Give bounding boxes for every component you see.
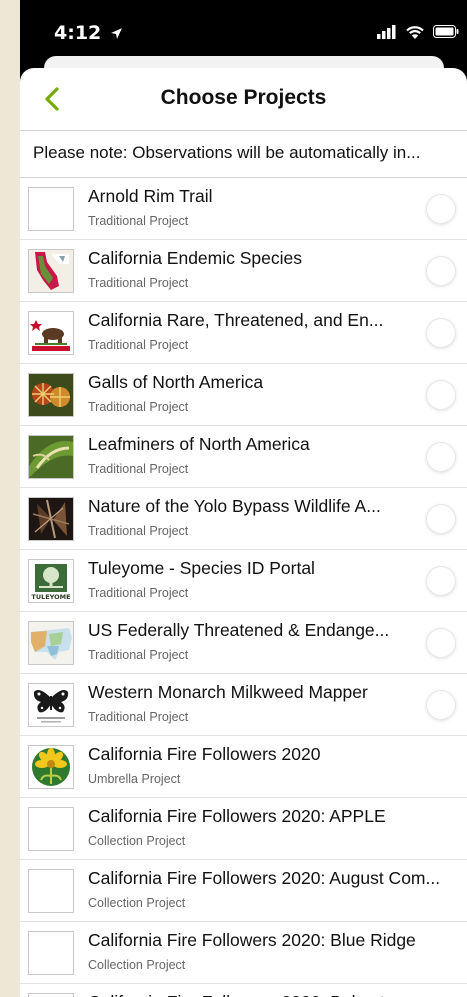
project-title: California Fire Followers 2020 bbox=[88, 744, 321, 764]
project-select-toggle[interactable] bbox=[427, 505, 455, 533]
project-type: Traditional Project bbox=[88, 586, 189, 600]
project-row[interactable]: California Fire Followers 2020: Bobcat bbox=[20, 984, 467, 997]
project-title: Galls of North America bbox=[88, 372, 264, 392]
project-title: US Federally Threatened & Endange... bbox=[88, 620, 390, 640]
project-title: Tuleyome - Species ID Portal bbox=[88, 558, 315, 578]
wifi-icon bbox=[406, 26, 424, 39]
page-title: Choose Projects bbox=[160, 86, 327, 109]
project-title: California Fire Followers 2020: Blue Rid… bbox=[88, 930, 416, 950]
project-row[interactable]: TULEYOME Tuleyome - Species ID Portal Trad… bbox=[20, 550, 467, 612]
project-title: Western Monarch Milkweed Mapper bbox=[88, 682, 368, 702]
project-type: Collection Project bbox=[88, 834, 186, 848]
project-type: Traditional Project bbox=[88, 338, 189, 352]
project-row[interactable]: California Rare, Threatened, and En... Tr… bbox=[20, 302, 467, 364]
project-row[interactable]: Leafminers of North America Traditional P… bbox=[20, 426, 467, 488]
thumbnail-logo-text: TULEYOME bbox=[31, 593, 71, 601]
project-thumbnail-placeholder bbox=[28, 869, 74, 913]
project-thumbnail-yolo-photo bbox=[28, 497, 74, 541]
project-select-toggle[interactable] bbox=[427, 319, 455, 347]
project-thumbnail-flower-logo bbox=[28, 745, 74, 789]
project-list: Arnold Rim Trail Traditional Project Calif… bbox=[20, 178, 467, 997]
project-type: Traditional Project bbox=[88, 214, 189, 228]
project-row[interactable]: California Fire Followers 2020: APPLE Col… bbox=[20, 798, 467, 860]
project-select-toggle[interactable] bbox=[427, 567, 455, 595]
project-select-toggle[interactable] bbox=[427, 691, 455, 719]
project-row[interactable]: California Endemic Species Traditional Pr… bbox=[20, 240, 467, 302]
project-title: Nature of the Yolo Bypass Wildlife A... bbox=[88, 496, 381, 516]
choose-projects-sheet: Choose Projects Please note: Observation… bbox=[20, 68, 467, 997]
project-type: Traditional Project bbox=[88, 710, 189, 724]
project-type: Traditional Project bbox=[88, 648, 189, 662]
status-time: 4:12 bbox=[54, 22, 123, 44]
project-title: California Fire Followers 2020: Bobcat bbox=[88, 992, 463, 997]
project-title: California Fire Followers 2020: APPLE bbox=[88, 806, 386, 826]
project-row[interactable]: Western Monarch Milkweed Mapper Tradition… bbox=[20, 674, 467, 736]
project-select-toggle[interactable] bbox=[427, 629, 455, 657]
battery-icon bbox=[433, 25, 459, 38]
project-row[interactable]: Arnold Rim Trail Traditional Project bbox=[20, 178, 467, 240]
project-type: Traditional Project bbox=[88, 276, 189, 290]
project-thumbnail-placeholder bbox=[28, 187, 74, 231]
project-thumbnail-placeholder bbox=[28, 931, 74, 975]
project-type: Traditional Project bbox=[88, 400, 189, 414]
cellular-signal-icon bbox=[377, 24, 396, 39]
project-thumbnail-tuleyome-logo: TULEYOME bbox=[28, 559, 74, 603]
project-thumbnail-placeholder bbox=[28, 993, 74, 997]
project-type: Collection Project bbox=[88, 958, 186, 972]
project-title: California Rare, Threatened, and En... bbox=[88, 310, 384, 330]
project-thumbnail-galls-photo bbox=[28, 373, 74, 417]
project-thumbnail-placeholder bbox=[28, 807, 74, 851]
project-thumbnail-us-map bbox=[28, 621, 74, 665]
project-type: Traditional Project bbox=[88, 524, 189, 538]
project-row[interactable]: Galls of North America Traditional Projec… bbox=[20, 364, 467, 426]
project-row[interactable]: California Fire Followers 2020: Blue Rid… bbox=[20, 922, 467, 984]
project-type: Collection Project bbox=[88, 896, 186, 910]
phone-screen: 4:12 Choose Projects Please note: Observ… bbox=[20, 0, 467, 997]
project-thumbnail-california-flag bbox=[28, 311, 74, 355]
project-type: Traditional Project bbox=[88, 462, 189, 476]
project-row[interactable]: US Federally Threatened & Endange... Trad… bbox=[20, 612, 467, 674]
project-select-toggle[interactable] bbox=[427, 195, 455, 223]
project-select-toggle[interactable] bbox=[427, 257, 455, 285]
info-note: Please note: Observations will be automa… bbox=[20, 131, 467, 178]
project-title: Arnold Rim Trail bbox=[88, 186, 213, 206]
project-thumbnail-leaf-photo bbox=[28, 435, 74, 479]
project-thumbnail-butterfly-logo bbox=[28, 683, 74, 727]
project-thumbnail-california-map bbox=[28, 249, 74, 293]
location-arrow-icon bbox=[110, 28, 122, 39]
project-row[interactable]: Nature of the Yolo Bypass Wildlife A... T… bbox=[20, 488, 467, 550]
project-select-toggle[interactable] bbox=[427, 381, 455, 409]
project-row[interactable]: California Fire Followers 2020 Umbrella P… bbox=[20, 736, 467, 798]
project-row[interactable]: California Fire Followers 2020: August C… bbox=[20, 860, 467, 922]
project-select-toggle[interactable] bbox=[427, 443, 455, 471]
project-title: California Endemic Species bbox=[88, 248, 302, 268]
nav-bar: Choose Projects bbox=[20, 68, 467, 131]
project-title: Leafminers of North America bbox=[88, 434, 310, 454]
project-type: Umbrella Project bbox=[88, 772, 181, 786]
project-title: California Fire Followers 2020: August C… bbox=[88, 868, 441, 888]
